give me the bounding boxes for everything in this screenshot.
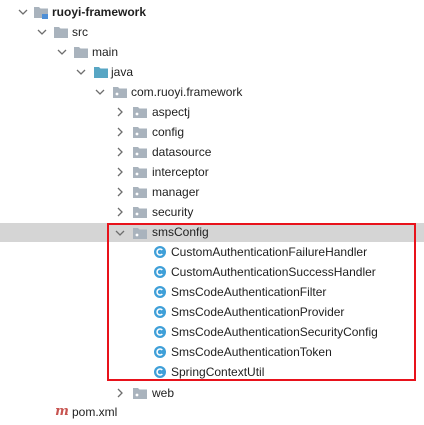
tree-item-datasource[interactable]: datasource [0, 142, 424, 162]
tree-item-label: com.ruoyi.framework [131, 85, 243, 99]
tree-item-label: aspectj [152, 105, 191, 119]
folder-icon [73, 44, 89, 60]
tree-item-package[interactable]: com.ruoyi.framework [0, 82, 424, 102]
chevron-down-icon[interactable] [36, 26, 48, 38]
tree-item-label: security [152, 205, 194, 219]
folder-icon [53, 24, 69, 40]
package-icon [132, 385, 148, 401]
chevron-right-icon[interactable] [114, 166, 126, 178]
project-tree: ruoyi-framework src main java com.ruoyi.… [0, 0, 424, 425]
tree-item-label: interceptor [152, 165, 209, 179]
tree-item-config[interactable]: config [0, 122, 424, 142]
chevron-right-icon[interactable] [114, 146, 126, 158]
package-icon [132, 184, 148, 200]
tree-item-label: manager [152, 185, 200, 199]
tree-item-label: ruoyi-framework [52, 5, 147, 19]
tree-item-ruoyi-framework[interactable]: ruoyi-framework [0, 2, 424, 22]
package-icon [132, 204, 148, 220]
package-icon [132, 164, 148, 180]
chevron-down-icon[interactable] [56, 46, 68, 58]
chevron-down-icon[interactable] [75, 66, 87, 78]
tree-item-interceptor[interactable]: interceptor [0, 162, 424, 182]
source-folder-icon [93, 64, 109, 80]
chevron-down-icon[interactable] [94, 86, 106, 98]
chevron-down-icon[interactable] [17, 6, 29, 18]
tree-item-label: datasource [152, 145, 212, 159]
highlight-box [107, 223, 416, 381]
chevron-right-icon[interactable] [114, 106, 126, 118]
tree-item-aspectj[interactable]: aspectj [0, 102, 424, 122]
tree-item-java[interactable]: java [0, 62, 424, 82]
module-folder-icon [33, 4, 49, 20]
tree-item-pom[interactable]: m pom.xml [0, 402, 424, 422]
tree-item-main[interactable]: main [0, 42, 424, 62]
package-icon [132, 144, 148, 160]
maven-icon: m [55, 404, 69, 419]
chevron-right-icon[interactable] [114, 126, 126, 138]
tree-item-label: config [152, 125, 185, 139]
tree-item-web[interactable]: web [0, 383, 424, 403]
package-icon [112, 84, 128, 100]
package-icon [132, 124, 148, 140]
chevron-right-icon[interactable] [114, 206, 126, 218]
chevron-right-icon[interactable] [114, 387, 126, 399]
tree-item-label: pom.xml [72, 405, 118, 419]
tree-item-label: java [111, 65, 134, 79]
tree-item-security[interactable]: security [0, 202, 424, 222]
tree-item-src[interactable]: src [0, 22, 424, 42]
tree-item-manager[interactable]: manager [0, 182, 424, 202]
tree-item-label: src [72, 25, 88, 39]
tree-item-label: main [92, 45, 119, 59]
package-icon [132, 104, 148, 120]
chevron-right-icon[interactable] [114, 186, 126, 198]
tree-item-label: web [152, 386, 175, 400]
